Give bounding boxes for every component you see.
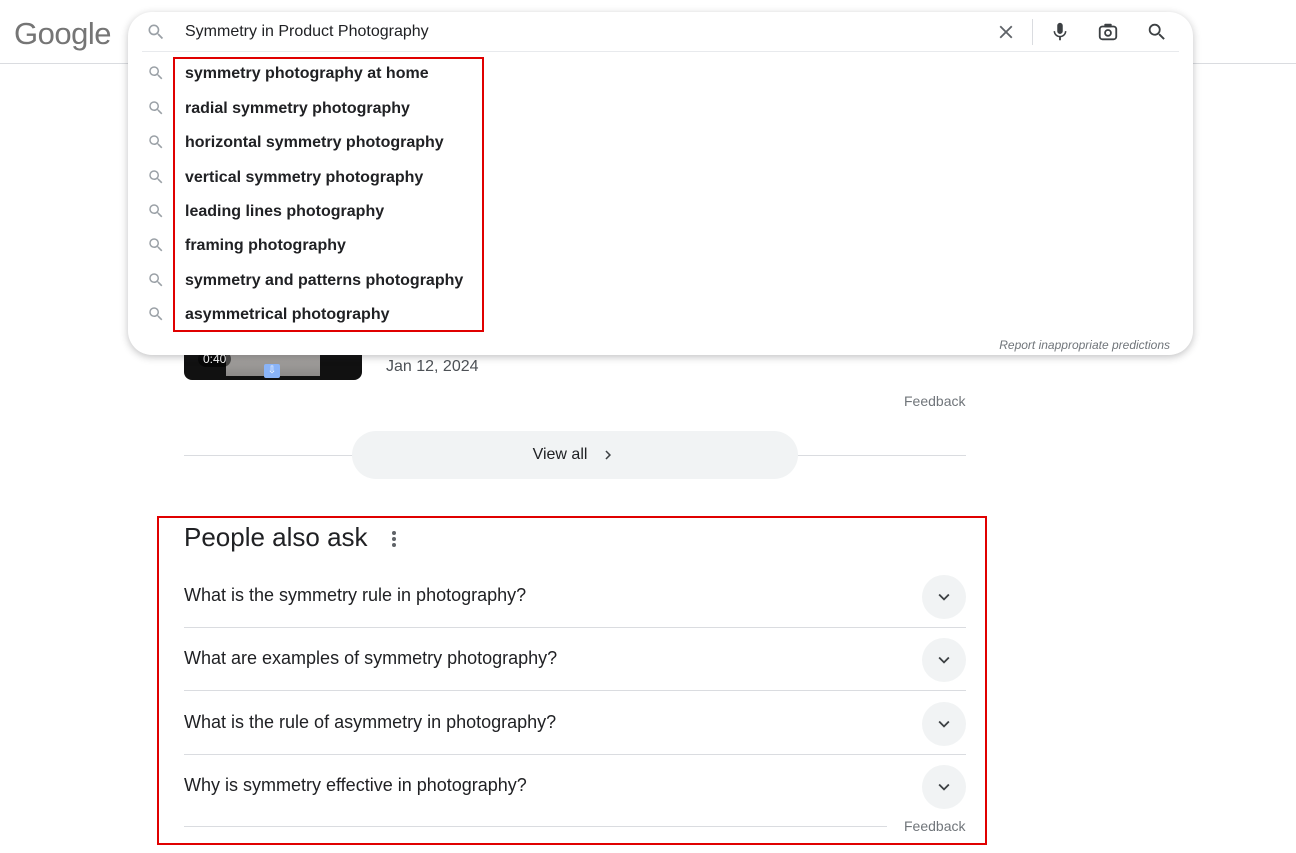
more-options-icon[interactable] xyxy=(384,528,404,550)
search-icon xyxy=(149,204,163,218)
chevron-down-icon xyxy=(938,720,950,728)
google-logo[interactable]: Google xyxy=(14,16,111,52)
search-dropdown: symmetry photography at home radial symm… xyxy=(128,12,1193,355)
image-search-button[interactable] xyxy=(1096,20,1120,44)
paa-question-text: What is the rule of asymmetry in photogr… xyxy=(184,712,557,732)
microphone-icon xyxy=(1053,22,1067,41)
lens-icon xyxy=(1098,23,1118,41)
close-icon xyxy=(999,25,1013,39)
paa-question-text: What is the symmetry rule in photography… xyxy=(184,585,527,605)
suggestion-text: radial symmetry photography xyxy=(185,100,410,117)
voice-search-button[interactable] xyxy=(1048,20,1072,44)
search-divider xyxy=(142,51,1179,52)
paa-question-text: What are examples of symmetry photograph… xyxy=(184,648,558,668)
paa-question[interactable]: What is the symmetry rule in photography… xyxy=(184,565,966,628)
paa-question[interactable]: What are examples of symmetry photograph… xyxy=(184,628,966,691)
expand-button[interactable] xyxy=(922,575,966,619)
paa-question[interactable]: What is the rule of asymmetry in photogr… xyxy=(184,692,966,755)
feedback-link[interactable]: Feedback xyxy=(904,393,965,409)
paa-title: People also ask xyxy=(184,522,368,552)
toolbar-separator xyxy=(1032,19,1033,45)
suggestion-text: vertical symmetry photography xyxy=(185,169,424,186)
search-bar xyxy=(128,12,1193,52)
chevron-down-icon xyxy=(938,783,950,791)
search-submit-button[interactable] xyxy=(1145,20,1169,44)
chevron-down-icon xyxy=(938,656,950,664)
suggestion-text: symmetry photography at home xyxy=(185,65,429,82)
suggestion-item[interactable]: asymmetrical photography xyxy=(128,298,1193,332)
paa-feedback-link[interactable]: Feedback xyxy=(904,818,965,834)
paa-question[interactable]: Why is symmetry effective in photography… xyxy=(184,755,966,818)
search-icon xyxy=(148,24,164,40)
suggestion-item[interactable]: radial symmetry photography xyxy=(128,92,1193,126)
paa-bottom-divider xyxy=(184,826,887,827)
paa-divider xyxy=(184,690,966,691)
chevron-right-icon xyxy=(605,450,612,460)
expand-button[interactable] xyxy=(922,765,966,809)
search-input[interactable] xyxy=(185,21,965,43)
search-icon xyxy=(1148,23,1165,40)
suggestion-text: symmetry and patterns photography xyxy=(185,272,464,289)
suggestion-text: framing photography xyxy=(185,237,346,254)
paa-question-text: Why is symmetry effective in photography… xyxy=(184,775,527,795)
search-icon xyxy=(149,135,163,149)
suggestion-item[interactable]: horizontal symmetry photography xyxy=(128,126,1193,160)
chevron-down-icon xyxy=(938,593,950,601)
report-predictions-link[interactable]: Report inappropriate predictions xyxy=(999,338,1170,352)
suggestion-item[interactable]: framing photography xyxy=(128,229,1193,263)
download-icon: ⇩ xyxy=(264,364,280,378)
suggestion-item[interactable]: leading lines photography xyxy=(128,195,1193,229)
search-icon xyxy=(149,307,163,321)
search-icon xyxy=(149,66,163,80)
expand-button[interactable] xyxy=(922,702,966,746)
search-icon xyxy=(149,170,163,184)
view-all-button[interactable]: View all xyxy=(352,431,798,479)
search-icon xyxy=(149,273,163,287)
clear-search-button[interactable] xyxy=(994,20,1018,44)
search-icon xyxy=(149,101,163,115)
view-all-label: View all xyxy=(532,446,588,463)
expand-button[interactable] xyxy=(922,638,966,682)
search-icon xyxy=(149,238,163,252)
suggestion-text: asymmetrical photography xyxy=(185,306,390,323)
suggestion-text: leading lines photography xyxy=(185,203,385,220)
video-date: Jan 12, 2024 xyxy=(386,358,479,375)
suggestion-item[interactable]: vertical symmetry photography xyxy=(128,161,1193,195)
suggestion-text: horizontal symmetry photography xyxy=(185,134,444,151)
suggestion-item[interactable]: symmetry photography at home xyxy=(128,57,1193,91)
suggestion-item[interactable]: symmetry and patterns photography xyxy=(128,264,1193,298)
